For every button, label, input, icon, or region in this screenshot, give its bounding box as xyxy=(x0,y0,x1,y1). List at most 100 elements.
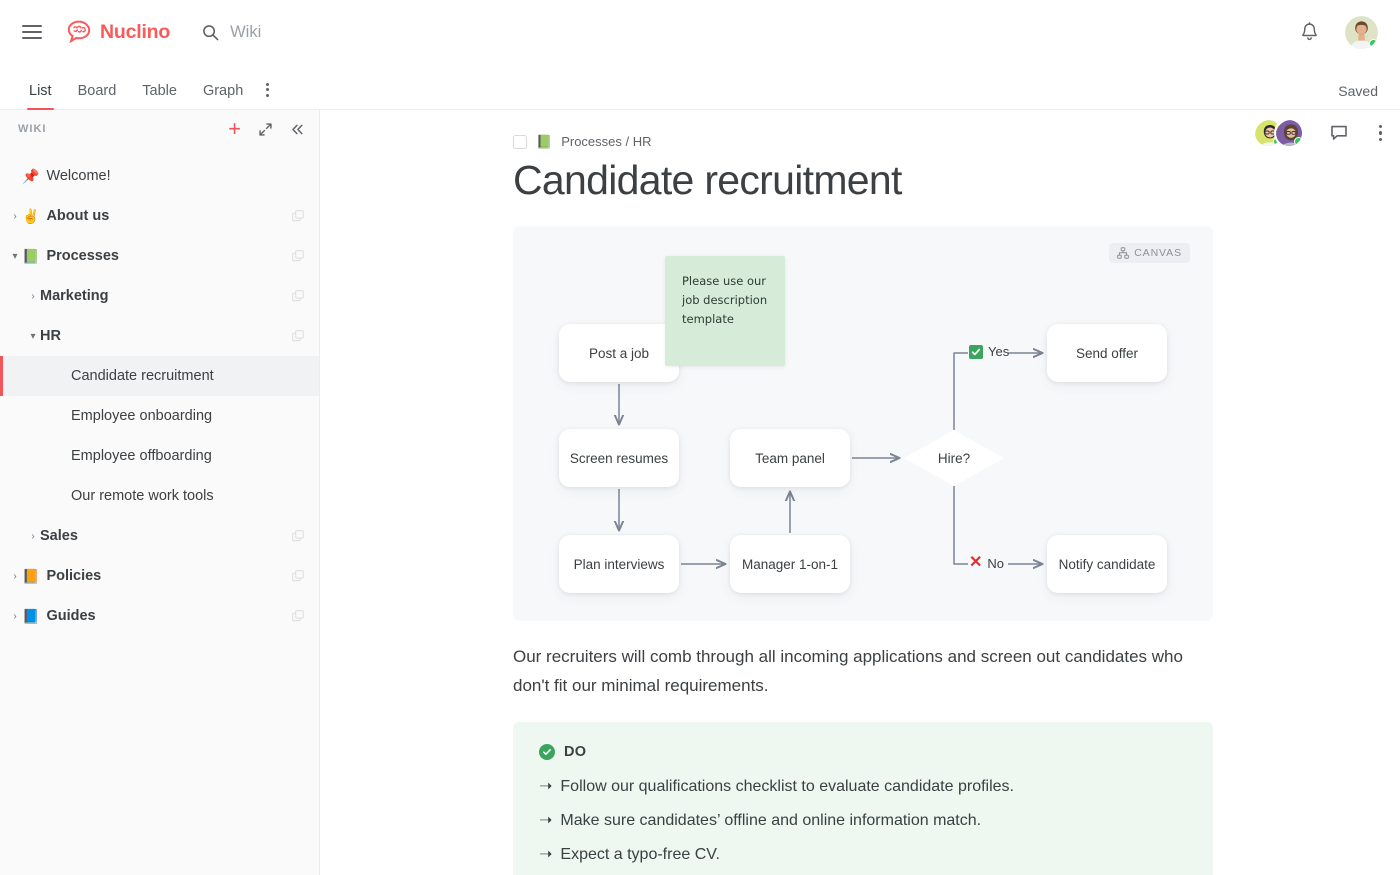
chevron-right-icon[interactable]: › xyxy=(8,611,22,622)
flow-node-send-offer[interactable]: Send offer xyxy=(1047,324,1167,382)
chevron-right-icon[interactable]: › xyxy=(26,531,40,542)
chevron-right-icon[interactable]: › xyxy=(26,291,40,302)
hamburger-menu-icon[interactable] xyxy=(22,25,42,40)
canvas-badge[interactable]: CANVAS xyxy=(1109,243,1190,263)
flow-node-manager-1on1[interactable]: Manager 1-on-1 xyxy=(730,535,850,593)
yes-label-text: Yes xyxy=(988,344,1009,359)
notification-bell-icon[interactable] xyxy=(1300,22,1319,42)
yes-check-icon xyxy=(969,345,983,359)
chevron-right-icon[interactable]: › xyxy=(8,571,22,582)
sidebar-item-emoji: 📌 xyxy=(22,169,39,183)
comment-icon[interactable] xyxy=(1330,124,1349,143)
add-item-button[interactable]: + xyxy=(228,118,241,140)
sidebar-item-our-remote-work-tools[interactable]: Our remote work tools xyxy=(0,476,319,516)
sidebar-item-employee-onboarding[interactable]: Employee onboarding xyxy=(0,396,319,436)
user-avatar[interactable] xyxy=(1345,16,1378,49)
search-input[interactable]: Wiki xyxy=(202,23,261,42)
tab-list[interactable]: List xyxy=(16,84,65,110)
sidebar-title: WIKI xyxy=(18,123,46,135)
no-label-text: No xyxy=(987,556,1004,571)
flow-node-team-panel[interactable]: Team panel xyxy=(730,429,850,487)
duplicate-stack-icon[interactable] xyxy=(292,250,305,263)
document-area: 📗 Processes / HR Candidate recruitment xyxy=(320,110,1400,875)
flowchart-canvas[interactable]: Post a job Screen resumes Plan interviews T… xyxy=(513,226,1213,621)
sidebar-item-processes[interactable]: ▾📗Processes xyxy=(0,236,319,276)
canvas-badge-label: CANVAS xyxy=(1134,247,1182,259)
sidebar-item-label: HR xyxy=(40,328,61,344)
sidebar-item-policies[interactable]: ›📙Policies xyxy=(0,556,319,596)
breadcrumb-path[interactable]: Processes / HR xyxy=(561,134,651,149)
do-callout: DO ➝ Follow our qualifications checklist … xyxy=(513,722,1213,875)
flow-node-screen-resumes[interactable]: Screen resumes xyxy=(559,429,679,487)
chevron-down-icon[interactable]: ▾ xyxy=(8,251,22,262)
collaborator-avatars xyxy=(1253,118,1304,148)
flow-node-hire-decision[interactable]: Hire? xyxy=(904,430,1004,486)
document-toolbar xyxy=(1253,118,1386,148)
chevron-right-icon[interactable]: › xyxy=(8,211,22,222)
collapse-sidebar-icon[interactable] xyxy=(290,122,305,137)
callout-line-text: Expect a typo-free CV. xyxy=(560,842,720,868)
online-status-dot xyxy=(1294,137,1303,146)
tab-graph[interactable]: Graph xyxy=(190,84,256,110)
tabs-more-icon[interactable] xyxy=(256,83,281,109)
sidebar-item-emoji: 📘 xyxy=(22,609,39,623)
sidebar-item-label: Our remote work tools xyxy=(71,488,214,504)
callout-line-list: ➝ Follow our qualifications checklist to … xyxy=(539,774,1187,875)
sidebar-item-about-us[interactable]: ›✌️About us xyxy=(0,196,319,236)
duplicate-stack-icon[interactable] xyxy=(292,530,305,543)
sidebar-item-marketing[interactable]: ›Marketing xyxy=(0,276,319,316)
sidebar-item-candidate-recruitment[interactable]: Candidate recruitment xyxy=(0,356,319,396)
tab-table[interactable]: Table xyxy=(129,84,190,110)
sidebar-item-label: Marketing xyxy=(40,288,109,304)
sidebar-nav-list: 📌Welcome!›✌️About us▾📗Processes›Marketin… xyxy=(0,148,319,636)
duplicate-stack-icon[interactable] xyxy=(292,290,305,303)
expand-icon[interactable] xyxy=(258,122,273,137)
sidebar-item-hr[interactable]: ▾HR xyxy=(0,316,319,356)
flow-node-label: Hire? xyxy=(938,451,970,466)
sidebar-item-guides[interactable]: ›📘 Guides xyxy=(0,596,319,636)
duplicate-stack-icon[interactable] xyxy=(292,210,305,223)
flow-node-notify-candidate[interactable]: Notify candidate xyxy=(1047,535,1167,593)
sticky-note-line: Please use our xyxy=(682,272,768,291)
online-status-dot xyxy=(1369,39,1378,48)
sidebar-item-label: Welcome! xyxy=(46,168,110,184)
callout-line-text: Make sure candidates’ offline and online… xyxy=(560,808,981,834)
tab-board[interactable]: Board xyxy=(65,84,130,110)
sidebar-item-label: Employee offboarding xyxy=(71,448,212,464)
breadcrumb-emoji: 📗 xyxy=(536,135,552,148)
sidebar-item-sales[interactable]: ›Sales xyxy=(0,516,319,556)
callout-line-text: Follow our qualifications checklist to e… xyxy=(560,774,1014,800)
flow-node-post-a-job[interactable]: Post a job xyxy=(559,324,679,382)
sidebar-item-employee-offboarding[interactable]: Employee offboarding xyxy=(0,436,319,476)
page-title: Candidate recruitment xyxy=(513,157,1400,204)
top-bar-actions xyxy=(1300,16,1378,49)
flow-node-plan-interviews[interactable]: Plan interviews xyxy=(559,535,679,593)
chevron-down-icon[interactable]: ▾ xyxy=(26,331,40,342)
flow-node-label: Manager 1-on-1 xyxy=(742,557,838,572)
duplicate-stack-icon[interactable] xyxy=(292,610,305,623)
sidebar-header-actions: + xyxy=(228,118,305,140)
duplicate-stack-icon[interactable] xyxy=(292,330,305,343)
callout-header: DO xyxy=(539,744,1187,760)
no-branch-label: ✕ No xyxy=(969,555,1004,571)
callout-title: DO xyxy=(564,744,586,760)
yes-branch-label: Yes xyxy=(969,344,1009,359)
nuclino-logo[interactable]: Nuclino xyxy=(66,20,170,44)
check-circle-icon xyxy=(539,744,555,760)
sidebar-item-label: Sales xyxy=(40,528,78,544)
arrow-bullet-icon: ➝ xyxy=(539,842,552,868)
collaborator-avatar-2[interactable] xyxy=(1274,118,1304,148)
sidebar-item-emoji: ✌️ xyxy=(22,209,39,223)
document-more-icon[interactable] xyxy=(1375,123,1386,143)
sidebar-item-welcome[interactable]: 📌 Welcome! xyxy=(0,156,319,196)
sidebar-item-label: Guides xyxy=(46,608,95,624)
no-cross-icon: ✕ xyxy=(969,555,982,571)
sidebar-item-label: Processes xyxy=(46,248,119,264)
sidebar-item-emoji: 📙 xyxy=(22,569,39,583)
save-status-label: Saved xyxy=(1338,83,1378,99)
sticky-note[interactable]: Please use ourjob descriptiontemplate xyxy=(665,256,785,366)
arrow-bullet-icon: ➝ xyxy=(539,774,552,800)
breadcrumb-checkbox[interactable] xyxy=(513,135,527,149)
flow-node-label: Team panel xyxy=(755,451,825,466)
duplicate-stack-icon[interactable] xyxy=(292,570,305,583)
